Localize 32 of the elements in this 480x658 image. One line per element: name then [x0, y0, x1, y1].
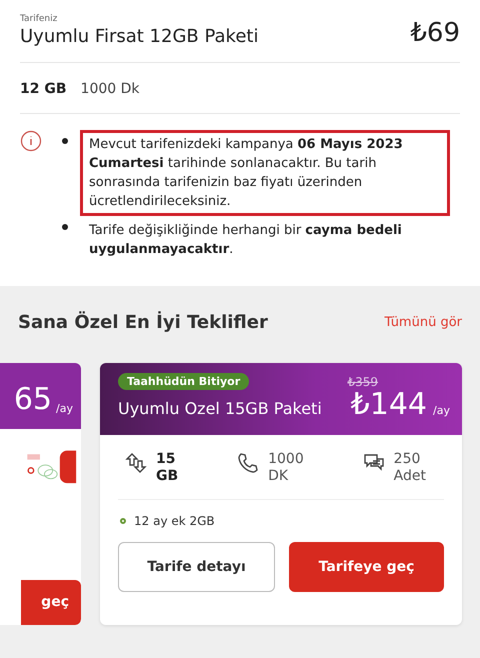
- arrows-icon: [124, 451, 148, 475]
- switch-button[interactable]: geç: [21, 580, 81, 625]
- allowance: 1000 Dk: [80, 81, 140, 97]
- offer-price: ₺144: [350, 390, 428, 420]
- allowance: 12 GB: [20, 81, 67, 97]
- offer-name: Uyumlu Ozel 15GB Paketi: [118, 399, 322, 418]
- feature-value: 250: [394, 451, 422, 468]
- switch-button[interactable]: Tarifeye geç: [289, 542, 444, 592]
- bullet-icon: [120, 518, 126, 524]
- extra-text: 12 ay ek 2GB: [134, 514, 215, 528]
- section-title: Sana Özel En İyi Teklifler: [18, 312, 268, 333]
- tariff-price: ₺69: [410, 18, 460, 48]
- feature-value: 1000: [268, 451, 304, 468]
- detail-button[interactable]: Tarife detayı: [118, 542, 275, 592]
- bullet-icon: [62, 138, 68, 144]
- info-icon: [20, 130, 42, 152]
- feature-unit: DK: [268, 468, 290, 485]
- old-price: ₺359: [347, 374, 378, 388]
- caption: Tarifeniz: [20, 14, 58, 24]
- feature-unit: GB: [156, 468, 178, 485]
- bullet-icon: [62, 224, 68, 230]
- price-unit: /ay: [56, 402, 73, 416]
- tariff-name: Uyumlu Firsat 12GB Paketi: [20, 26, 258, 47]
- note-text: Tarife değişikliğinde herhangi bir cayma bedeli uygulanmayacaktır.: [88, 222, 403, 259]
- feature-value: 15: [156, 451, 176, 468]
- note-text: Mevcut tarifenizdeki kampanya 06 Mayıs 2023 Cumartesi tarihinde sonlanacaktır. Bu tarih sonrasında tarifenizin baz fiyatı üzerinden ücretlendirileceksiniz.: [80, 130, 450, 216]
- status-badge: Taahhüdün Bitiyor: [118, 373, 250, 390]
- feature-unit: Adet: [394, 468, 426, 485]
- phone-icon: [236, 451, 260, 475]
- see-all-link[interactable]: Tümünü gör: [384, 315, 462, 330]
- price-unit: /ay: [433, 404, 450, 417]
- offer-price: 65: [14, 385, 52, 416]
